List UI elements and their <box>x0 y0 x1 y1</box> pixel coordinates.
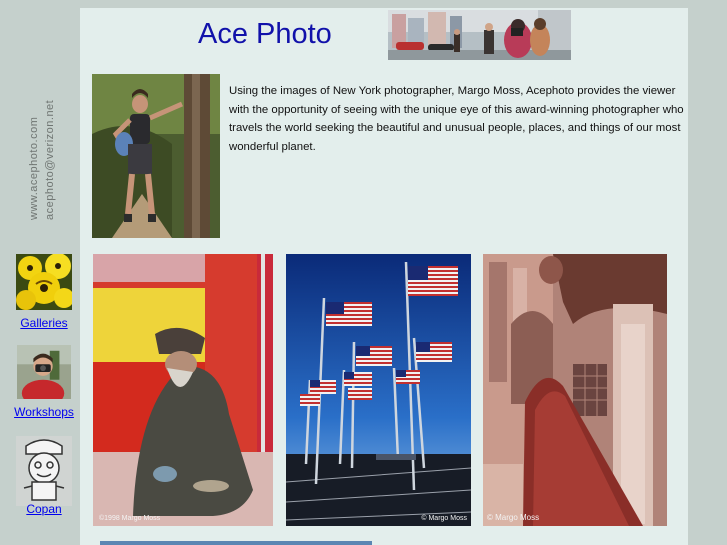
header-banner: Ace Photo <box>80 8 688 62</box>
intro-paragraph: Using the images of New York photographe… <box>229 85 684 153</box>
photo-old-man: ©1998 Margo Moss <box>93 254 273 526</box>
contact-info: www.acephoto.com acephoto@verizon.net <box>26 88 62 220</box>
photo1-credit: ©1998 Margo Moss <box>99 515 161 522</box>
street-scene-header-image <box>388 10 571 60</box>
old-man-image <box>93 254 273 526</box>
site-title: Ace Photo <box>198 18 332 50</box>
main-content: Using the images of New York photographe… <box>80 62 688 545</box>
photo-flags: © Margo Moss <box>285 254 472 526</box>
copan-link[interactable]: Copan <box>26 502 61 516</box>
email-text: acephoto@verizon.net <box>44 99 56 220</box>
site-url-text: www.acephoto.com <box>28 116 40 220</box>
american-flags-image <box>285 254 472 526</box>
nav-item-workshops[interactable]: Workshops <box>8 345 80 421</box>
nav-item-galleries[interactable]: Galleries <box>8 254 80 332</box>
photo2-credit: © Margo Moss <box>421 515 467 522</box>
bottom-image-strip <box>100 541 372 545</box>
photographer-thumbnail[interactable] <box>16 345 72 399</box>
photographer-portrait-image <box>92 74 220 238</box>
photo-architecture: © Margo Moss <box>483 254 667 526</box>
copan-sculpture-thumbnail[interactable] <box>16 436 72 506</box>
carved-stairway-image <box>483 254 667 526</box>
yellow-pansies-thumbnail[interactable] <box>16 254 72 310</box>
workshops-link[interactable]: Workshops <box>14 405 74 419</box>
galleries-link[interactable]: Galleries <box>20 316 67 330</box>
nav-item-copan[interactable]: Copan <box>8 436 80 528</box>
photo3-credit: © Margo Moss <box>487 513 540 522</box>
